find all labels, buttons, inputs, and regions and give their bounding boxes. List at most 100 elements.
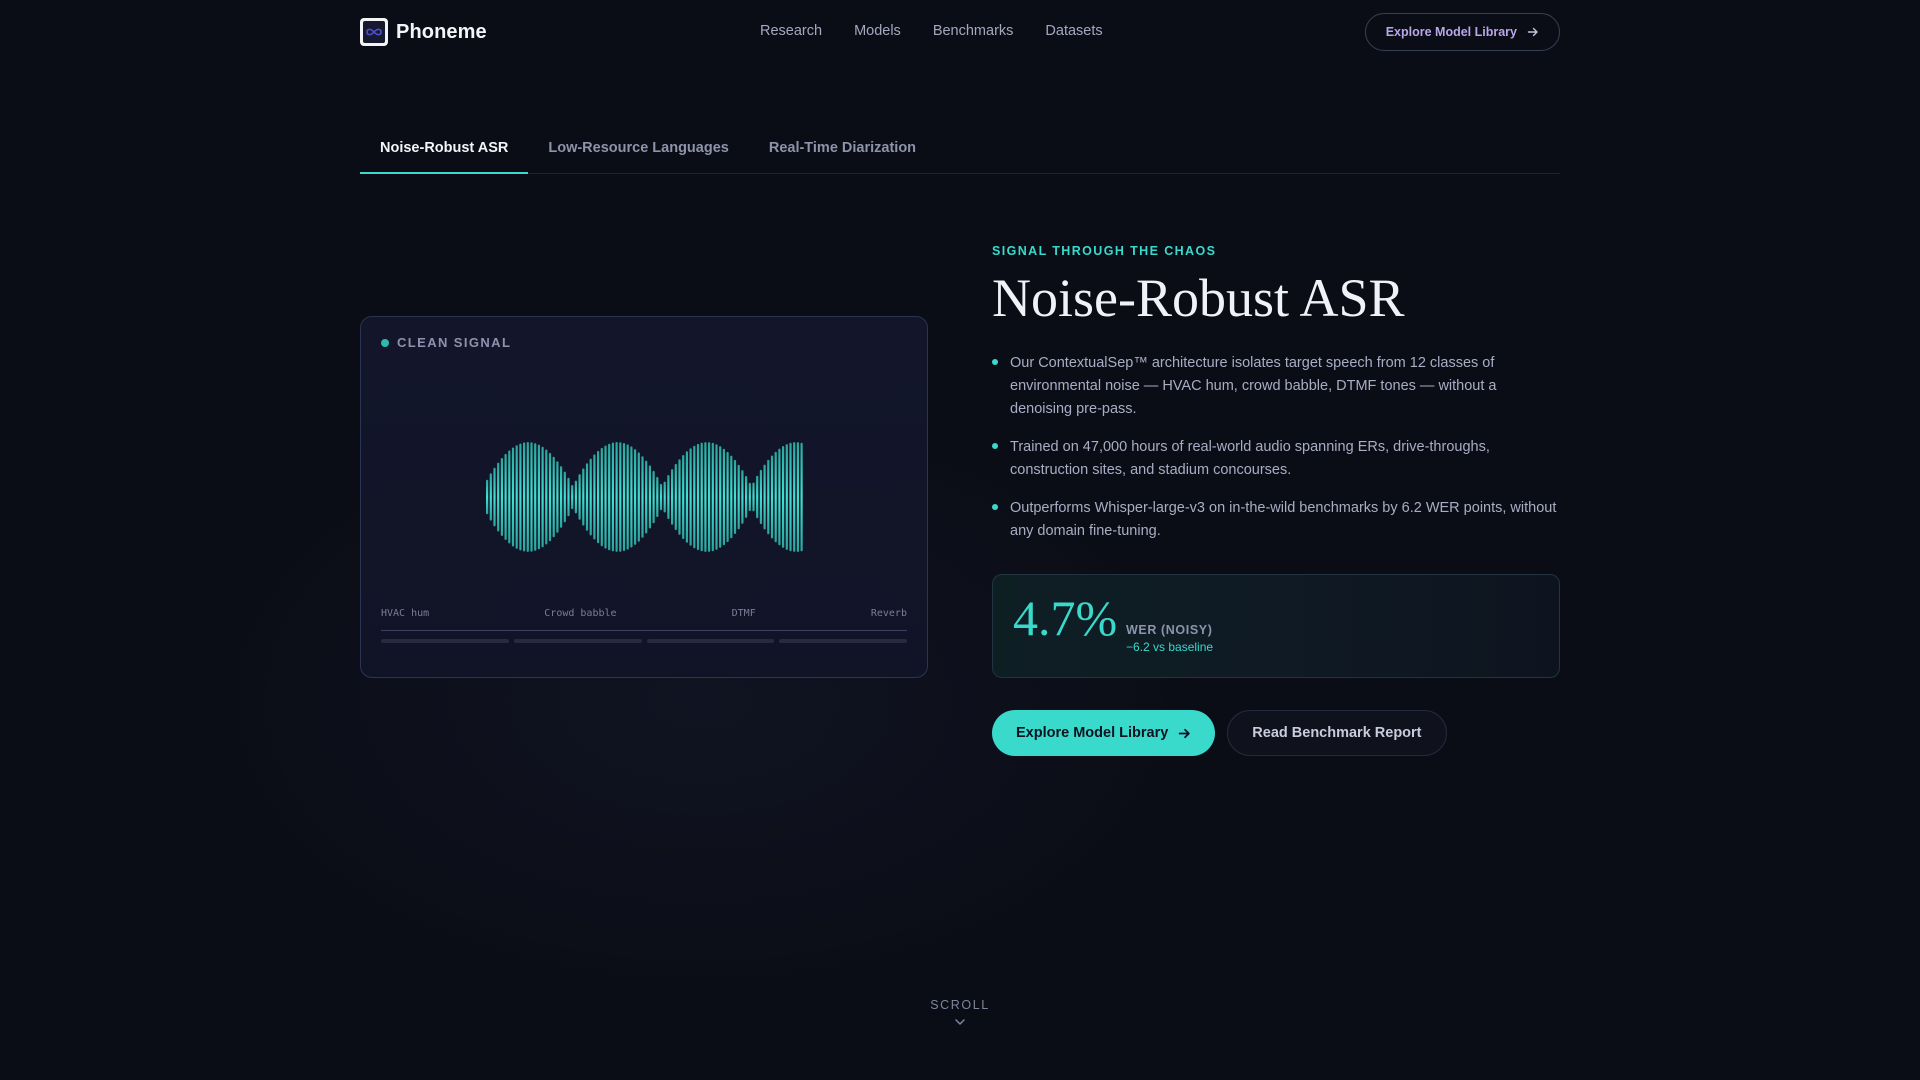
waveform-bar: [578, 474, 581, 520]
header-explore-button[interactable]: Explore Model Library: [1364, 13, 1560, 51]
waveform-bar: [526, 442, 529, 552]
bullet-text: Our ContextualSep™ architecture isolates…: [1010, 355, 1497, 418]
hero-actions: Explore Model Library Read Benchmark Rep…: [992, 710, 1447, 756]
waveform-bar: [545, 449, 548, 545]
scroll-indicator[interactable]: SCROLL: [0, 998, 1920, 1026]
waveform-bar: [730, 455, 733, 539]
waveform-bar: [530, 442, 533, 552]
noise-class-labels: HVAC hum Crowd babble DTMF Reverb: [381, 608, 907, 619]
waveform-bar: [648, 465, 651, 529]
waveform-bar: [574, 480, 577, 514]
page-container: Phoneme Research Models Benchmarks Datas…: [360, 0, 1560, 756]
waveform-bar: [719, 446, 722, 548]
waveform-bar: [796, 442, 799, 552]
waveform-bar: [659, 483, 663, 511]
waveform-bar: [741, 470, 744, 524]
waveform-bar: [626, 444, 629, 550]
waveform-bar: [604, 445, 607, 549]
arrow-right-icon: [1527, 27, 1538, 37]
waveform-bar: [622, 443, 626, 552]
waveform-bar: [800, 442, 803, 552]
noise-divider: [381, 630, 907, 631]
noise-level-bars: [381, 639, 907, 643]
nav-benchmarks[interactable]: Benchmarks: [933, 23, 1014, 39]
waveform-bar: [767, 459, 770, 535]
hero-content: SIGNAL THROUGH THE CHAOS Noise-Robust AS…: [992, 240, 1560, 756]
waveform-bar: [733, 459, 737, 534]
noise-label-hvac: HVAC hum: [381, 608, 430, 619]
waveform-bar: [671, 469, 674, 525]
waveform-bar: [515, 445, 518, 549]
noise-bar-reverb: [779, 639, 907, 643]
waveform-bar: [560, 466, 563, 528]
waveform-bar: [700, 442, 703, 552]
waveform-bar: [663, 481, 666, 513]
waveform-bar: [759, 469, 762, 525]
waveform-bar: [682, 455, 685, 540]
bullet-item: Our ContextualSep™ architecture isolates…: [992, 352, 1560, 421]
waveform-bar: [611, 442, 614, 552]
bullet-text: Trained on 47,000 hours of real-world au…: [1010, 439, 1490, 479]
arrow-right-icon: [1179, 728, 1190, 738]
waveform-bar: [541, 446, 544, 548]
waveform-bar: [693, 445, 696, 549]
bullet-item: Outperforms Whisper-large-v3 on in-the-w…: [992, 497, 1560, 543]
explore-model-library-label: Explore Model Library: [1016, 725, 1169, 741]
waveform-bar: [500, 458, 503, 536]
waveform-bar: [600, 447, 603, 547]
tab-noise-robust-asr[interactable]: Noise-Robust ASR: [360, 128, 529, 174]
noise-bar-dtmf: [646, 639, 775, 643]
waveform-bar: [486, 479, 489, 515]
waveform-bar: [523, 442, 526, 552]
waveform-bar: [689, 448, 692, 546]
waveform-bar: [608, 443, 611, 551]
waveform-bar: [493, 467, 496, 527]
tab-real-time-diarization[interactable]: Real-Time Diarization: [749, 128, 936, 173]
bullet-dot-icon: [992, 504, 998, 511]
nav-research[interactable]: Research: [760, 23, 822, 39]
waveform-bar: [508, 450, 511, 544]
nav-models[interactable]: Models: [854, 23, 901, 39]
bullet-item: Trained on 47,000 hours of real-world au…: [992, 436, 1560, 482]
nav-datasets[interactable]: Datasets: [1045, 23, 1102, 39]
hero-eyebrow: SIGNAL THROUGH THE CHAOS: [992, 244, 1217, 258]
noise-bar-hvac: [381, 639, 509, 643]
bullet-dot-icon: [992, 359, 998, 366]
waveform-bar: [785, 444, 788, 550]
waveform-bar: [552, 456, 555, 538]
brand-logo[interactable]: Phoneme: [360, 18, 487, 46]
waveform-graphic: [486, 442, 803, 552]
waveform-bar: [589, 458, 592, 536]
waveform-bar: [504, 453, 507, 540]
waveform-bar: [748, 482, 751, 512]
waveform-bar: [537, 444, 540, 550]
bullet-dot-icon: [992, 443, 998, 450]
waveform-bar: [593, 454, 596, 540]
waveform-bar: [793, 442, 796, 552]
waveform-bar: [752, 482, 755, 512]
waveform-bar: [497, 462, 500, 532]
read-benchmark-report-button[interactable]: Read Benchmark Report: [1227, 710, 1447, 756]
waveform-bar: [704, 442, 707, 552]
explore-model-library-button[interactable]: Explore Model Library: [992, 710, 1216, 756]
waveform-bar: [782, 446, 785, 548]
waveform-bar: [585, 463, 589, 531]
header-explore-label: Explore Model Library: [1385, 25, 1517, 39]
waveform-bar: [737, 464, 740, 530]
wer-delta: −6.2 vs baseline: [1126, 640, 1214, 654]
bullet-text: Outperforms Whisper-large-v3 on in-the-w…: [1010, 500, 1557, 540]
waveform-bar: [715, 444, 718, 550]
waveform-bar: [567, 477, 570, 517]
waveform-bar: [641, 456, 644, 538]
waveform-bar: [563, 471, 566, 523]
waveform-bar: [630, 446, 633, 548]
tab-low-resource-languages[interactable]: Low-Resource Languages: [528, 128, 748, 173]
read-benchmark-report-label: Read Benchmark Report: [1252, 725, 1422, 741]
noise-label-reverb: Reverb: [870, 608, 907, 619]
feature-bullets: Our ContextualSep™ architecture isolates…: [992, 352, 1560, 543]
feature-tabs: Noise-Robust ASR Low-Resource Languages …: [360, 128, 1560, 174]
waveform-bar: [615, 442, 618, 552]
signal-visual-card: CLEAN SIGNAL HVAC hum Crowd babble DTMF …: [360, 316, 928, 678]
chevron-down-icon: [955, 1019, 965, 1025]
waveform-bar: [652, 470, 655, 524]
